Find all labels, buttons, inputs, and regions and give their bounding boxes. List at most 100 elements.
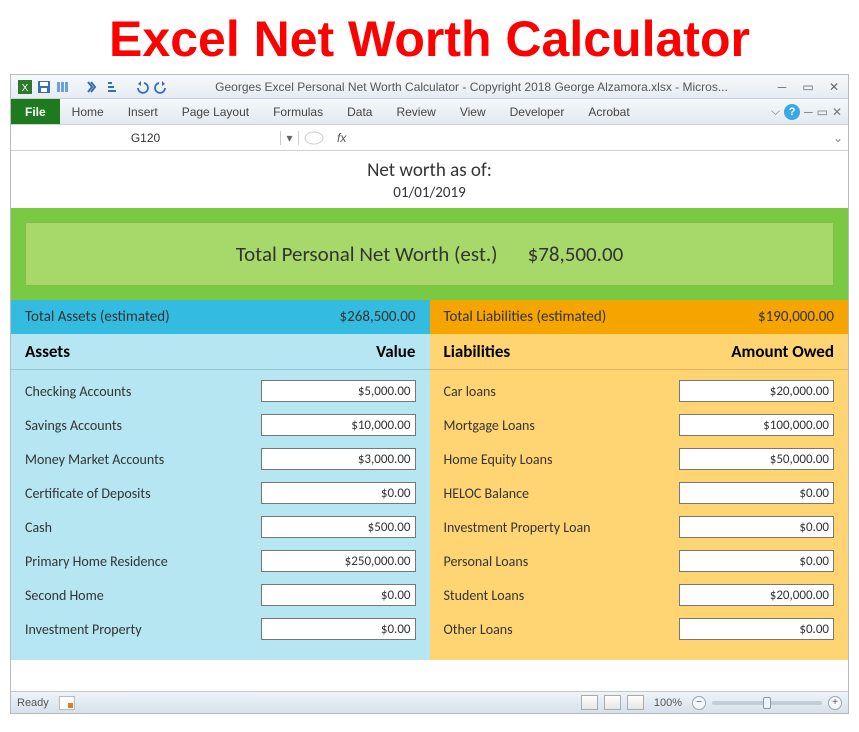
tab-page-layout[interactable]: Page Layout <box>170 99 261 124</box>
tab-developer[interactable]: Developer <box>498 99 577 124</box>
zoom-out-icon[interactable]: − <box>692 696 706 710</box>
view-pagelayout-icon[interactable] <box>604 695 621 710</box>
excel-icon[interactable]: X <box>17 79 33 95</box>
zoom-in-icon[interactable]: + <box>828 696 842 710</box>
asset-label: Savings Accounts <box>25 417 261 434</box>
asset-value-input[interactable] <box>261 618 416 640</box>
minimize-icon[interactable]: ─ <box>774 80 790 94</box>
asset-value-input[interactable] <box>261 482 416 504</box>
excel-window: X Georges Excel Personal Net Wor <box>10 74 849 714</box>
asset-label: Investment Property <box>25 621 261 638</box>
help-icon[interactable]: ? <box>784 104 800 120</box>
liab-label: Personal Loans <box>444 553 680 570</box>
zoom-thumb[interactable] <box>763 697 771 709</box>
asset-value-input[interactable] <box>261 550 416 572</box>
liab-row: Other Loans <box>444 612 835 646</box>
liab-value-input[interactable] <box>679 516 834 538</box>
asset-value-input[interactable] <box>261 516 416 538</box>
svg-text:X: X <box>22 83 29 94</box>
asset-value-input[interactable] <box>261 448 416 470</box>
assets-head-value: Value <box>376 341 415 362</box>
liab-row: Car loans <box>444 374 835 408</box>
asset-label: Checking Accounts <box>25 383 261 400</box>
liab-value-input[interactable] <box>679 380 834 402</box>
tab-view[interactable]: View <box>448 99 498 124</box>
asset-row: Certificate of Deposits <box>25 476 416 510</box>
liab-value-input[interactable] <box>679 550 834 572</box>
zoom-level[interactable]: 100% <box>654 697 682 709</box>
tab-review[interactable]: Review <box>384 99 447 124</box>
liab-total-value: $190,000.00 <box>758 308 834 326</box>
asset-row: Money Market Accounts <box>25 442 416 476</box>
quick-access-toolbar: X <box>17 79 169 95</box>
asof-date: 01/01/2019 <box>11 184 848 208</box>
liab-label: Car loans <box>444 383 680 400</box>
liab-row: HELOC Balance <box>444 476 835 510</box>
tab-insert[interactable]: Insert <box>116 99 170 124</box>
doc-min-icon[interactable]: ─ <box>804 105 813 119</box>
titlebar: X Georges Excel Personal Net Wor <box>11 75 848 99</box>
worksheet[interactable]: Net worth as of: 01/01/2019 Total Person… <box>11 151 848 691</box>
liab-row: Student Loans <box>444 578 835 612</box>
view-pagebreak-icon[interactable] <box>627 695 644 710</box>
qat-icon[interactable] <box>55 79 71 95</box>
liab-value-input[interactable] <box>679 584 834 606</box>
asset-value-input[interactable] <box>261 380 416 402</box>
macro-record-icon[interactable] <box>59 696 75 710</box>
tab-acrobat[interactable]: Acrobat <box>576 99 641 124</box>
liab-value-input[interactable] <box>679 414 834 436</box>
assets-total-label: Total Assets (estimated) <box>25 308 170 326</box>
redo-icon[interactable] <box>153 79 169 95</box>
doc-restore-icon[interactable]: ▭ <box>817 105 828 119</box>
asset-row: Primary Home Residence <box>25 544 416 578</box>
liab-label: Other Loans <box>444 621 680 638</box>
liab-row: Personal Loans <box>444 544 835 578</box>
liab-label: Student Loans <box>444 587 680 604</box>
window-title: Georges Excel Personal Net Worth Calcula… <box>169 80 774 94</box>
zoom-slider[interactable] <box>712 701 822 705</box>
formula-bar: G120 ▾ fx ⌄ <box>11 125 848 151</box>
tab-home[interactable]: Home <box>60 99 116 124</box>
name-box[interactable]: G120 <box>11 131 281 145</box>
asset-value-input[interactable] <box>261 584 416 606</box>
asset-label: Cash <box>25 519 261 536</box>
tab-formulas[interactable]: Formulas <box>261 99 335 124</box>
asset-value-input[interactable] <box>261 414 416 436</box>
liab-row: Mortgage Loans <box>444 408 835 442</box>
tab-data[interactable]: Data <box>335 99 384 124</box>
liab-label: HELOC Balance <box>444 485 680 502</box>
networth-value: $78,500.00 <box>528 241 624 267</box>
ribbon: File Home Insert Page Layout Formulas Da… <box>11 99 848 125</box>
liab-total-label: Total Liabilities (estimated) <box>444 308 607 326</box>
undo-icon[interactable] <box>134 79 150 95</box>
liab-head-label: Liabilities <box>444 341 511 362</box>
asset-row: Second Home <box>25 578 416 612</box>
close-icon[interactable]: ✕ <box>826 80 842 94</box>
liab-total-row: Total Liabilities (estimated) $190,000.0… <box>430 300 849 334</box>
sort-icon[interactable] <box>104 79 120 95</box>
liab-body: Car loans Mortgage Loans Home Equity Loa… <box>430 370 849 660</box>
doc-close-icon[interactable]: ✕ <box>832 105 842 119</box>
fx-insert-icon[interactable] <box>304 131 324 145</box>
fx-label[interactable]: fx <box>329 131 354 145</box>
liab-value-input[interactable] <box>679 618 834 640</box>
qat-sep <box>74 79 82 95</box>
save-icon[interactable] <box>36 79 52 95</box>
asset-row: Investment Property <box>25 612 416 646</box>
asset-label: Money Market Accounts <box>25 451 261 468</box>
status-ready: Ready <box>17 697 49 709</box>
find-icon[interactable] <box>85 79 101 95</box>
name-box-dropdown-icon[interactable]: ▾ <box>281 131 299 145</box>
statusbar: Ready 100% − + <box>11 691 848 713</box>
liab-header: Liabilities Amount Owed <box>430 334 849 370</box>
networth-banner: Total Personal Net Worth (est.) $78,500.… <box>11 208 848 300</box>
formula-expand-icon[interactable]: ⌄ <box>828 131 848 145</box>
assets-body: Checking Accounts Savings Accounts Money… <box>11 370 430 660</box>
ribbon-min-icon[interactable]: ⌵ <box>771 104 780 119</box>
file-tab[interactable]: File <box>11 99 60 124</box>
asset-row: Savings Accounts <box>25 408 416 442</box>
maximize-icon[interactable]: ▭ <box>800 80 816 94</box>
liab-value-input[interactable] <box>679 448 834 470</box>
liab-value-input[interactable] <box>679 482 834 504</box>
view-normal-icon[interactable] <box>581 695 598 710</box>
